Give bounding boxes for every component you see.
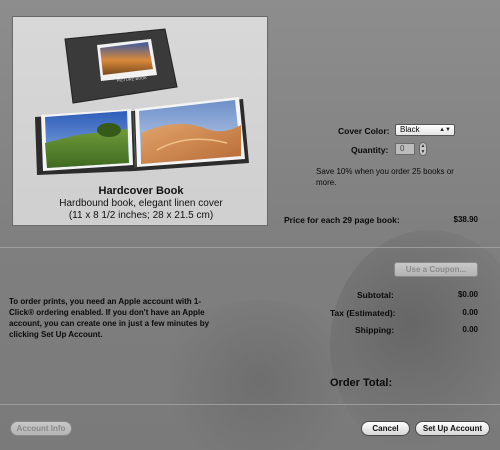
footer-divider [0, 404, 500, 405]
use-coupon-button[interactable]: Use a Coupon... [394, 262, 478, 277]
price-label: Price for each 29 page book: [284, 215, 400, 225]
product-preview-panel: PICTURE BOOK Hardcover Book Hardbound bo… [12, 16, 268, 226]
cover-color-value: Black [400, 125, 420, 134]
up-down-arrows-icon: ▲▼ [439, 127, 451, 133]
book-illustration: PICTURE BOOK [35, 28, 249, 175]
account-info-button[interactable]: Account Info [10, 421, 72, 436]
product-description: Hardbound book, elegant linen cover [59, 198, 223, 209]
quantity-value: 0 [400, 144, 405, 153]
quantity-field[interactable]: 0 [395, 143, 415, 155]
cover-color-select[interactable]: Black ▲▼ [395, 124, 455, 136]
shipping-label: Shipping: [355, 325, 395, 335]
order-info-text: To order prints, you need an Apple accou… [9, 297, 210, 339]
tax-value: 0.00 [462, 308, 478, 317]
product-dimensions: (11 x 8 1/2 inches; 28 x 21.5 cm) [68, 210, 214, 221]
cover-color-label: Cover Color: [338, 126, 390, 136]
quantity-label: Quantity: [351, 145, 389, 155]
order-total-label: Order Total: [330, 377, 393, 389]
tax-label: Tax (Estimated): [330, 308, 396, 318]
subtotal-value: $0.00 [457, 290, 478, 299]
cancel-button[interactable]: Cancel [361, 421, 410, 436]
price-value: $38.90 [453, 215, 478, 224]
product-title: Hardcover Book [98, 185, 184, 197]
section-divider [0, 247, 500, 248]
discount-note: Save 10% when you order 25 books or more… [316, 167, 454, 187]
order-book-dialog: PICTURE BOOK Hardcover Book Hardbound bo… [0, 0, 500, 450]
shipping-value: 0.00 [462, 325, 478, 334]
quantity-stepper-icon[interactable]: ▲ ▼ [419, 142, 427, 156]
set-up-account-button[interactable]: Set Up Account [415, 421, 490, 436]
subtotal-label: Subtotal: [357, 290, 394, 300]
